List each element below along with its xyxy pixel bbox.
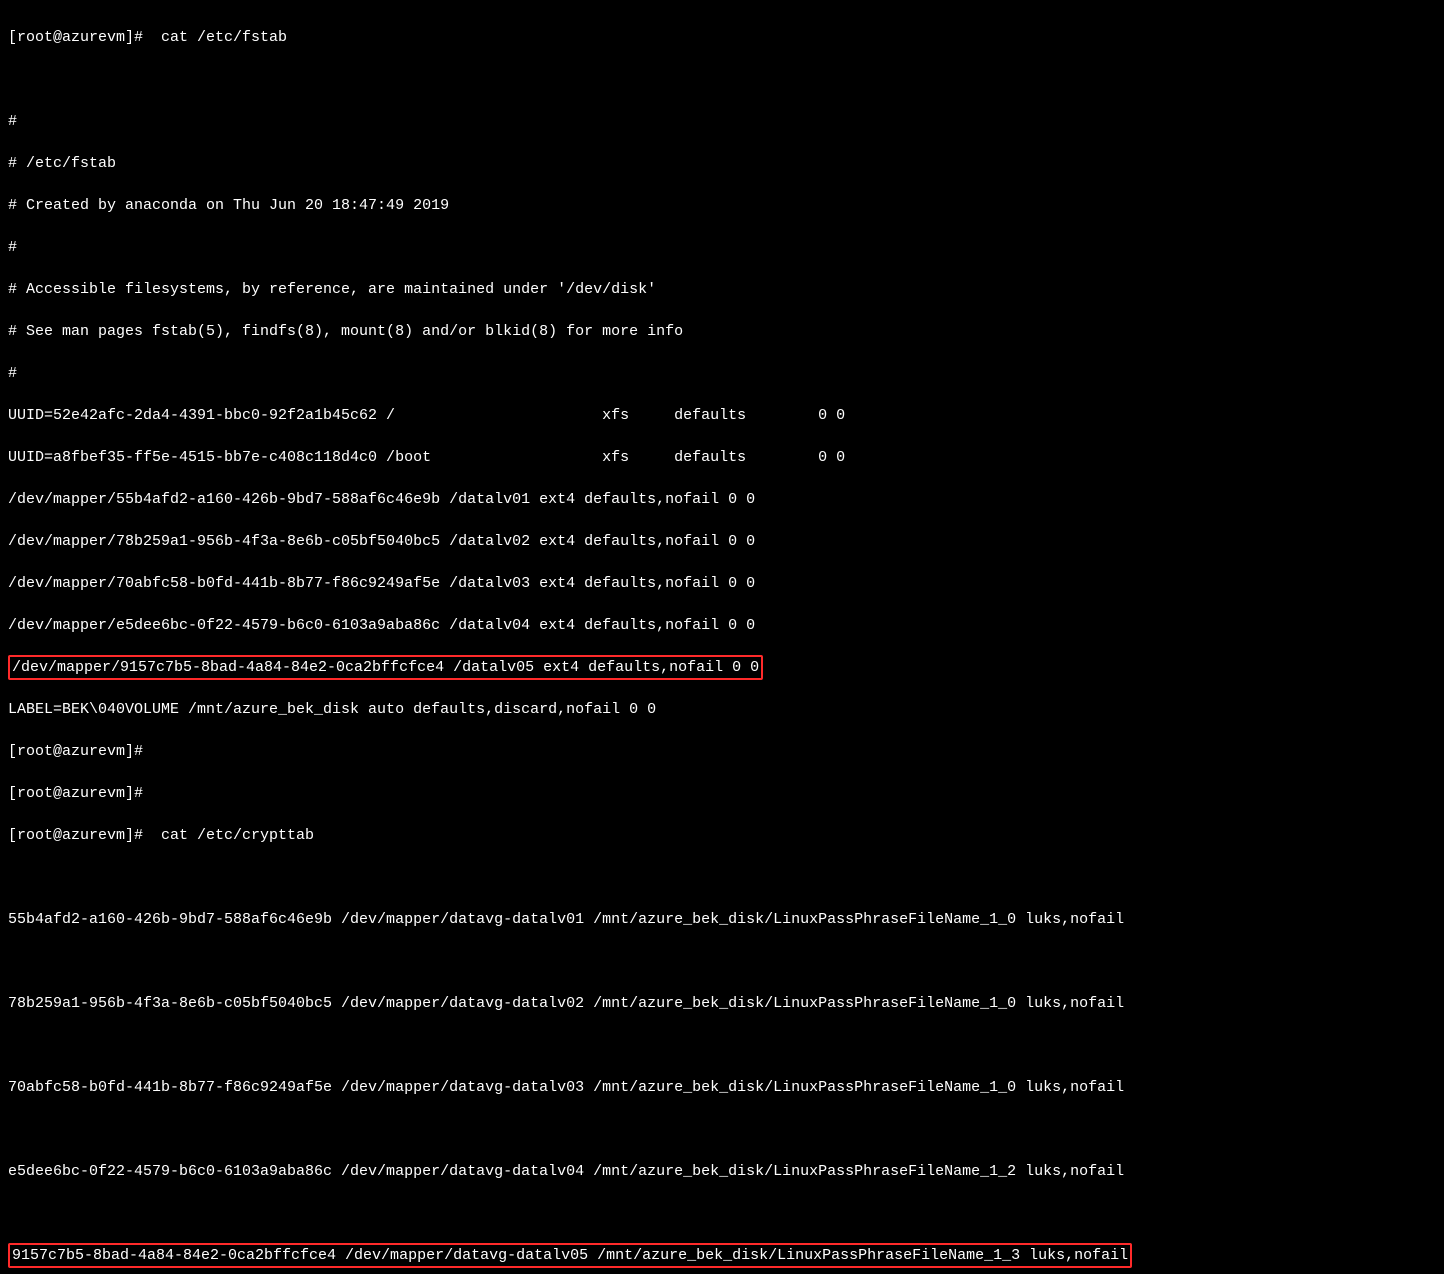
fstab-entry: UUID=52e42afc-2da4-4391-bbc0-92f2a1b45c6… bbox=[8, 405, 1436, 426]
crypttab-entry: 78b259a1-956b-4f3a-8e6b-c05bf5040bc5 /de… bbox=[8, 993, 1436, 1014]
highlight-box: 9157c7b5-8bad-4a84-84e2-0ca2bffcfce4 /de… bbox=[8, 1243, 1132, 1268]
shell-prompt: [root@azurevm]# bbox=[8, 29, 143, 46]
fstab-comment: # Accessible filesystems, by reference, … bbox=[8, 279, 1436, 300]
fstab-entry: /dev/mapper/78b259a1-956b-4f3a-8e6b-c05b… bbox=[8, 531, 1436, 552]
crypttab-entry: 70abfc58-b0fd-441b-8b77-f86c9249af5e /de… bbox=[8, 1077, 1436, 1098]
blank-line bbox=[8, 867, 1436, 888]
blank-line bbox=[8, 1203, 1436, 1224]
prompt-line: [root@azurevm]# bbox=[8, 741, 1436, 762]
fstab-comment: # See man pages fstab(5), findfs(8), mou… bbox=[8, 321, 1436, 342]
shell-prompt: [root@azurevm]# bbox=[8, 827, 143, 844]
prompt-line: [root@azurevm]# cat /etc/crypttab bbox=[8, 825, 1436, 846]
fstab-comment: # /etc/fstab bbox=[8, 153, 1436, 174]
blank-line bbox=[8, 951, 1436, 972]
prompt-line: [root@azurevm]# cat /etc/fstab bbox=[8, 27, 1436, 48]
blank-line bbox=[8, 69, 1436, 90]
prompt-line: [root@azurevm]# bbox=[8, 783, 1436, 804]
shell-prompt: [root@azurevm]# bbox=[8, 785, 143, 802]
fstab-entry: /dev/mapper/70abfc58-b0fd-441b-8b77-f86c… bbox=[8, 573, 1436, 594]
fstab-highlighted-entry: /dev/mapper/9157c7b5-8bad-4a84-84e2-0ca2… bbox=[8, 657, 1436, 678]
fstab-entry: /dev/mapper/e5dee6bc-0f22-4579-b6c0-6103… bbox=[8, 615, 1436, 636]
highlight-box: /dev/mapper/9157c7b5-8bad-4a84-84e2-0ca2… bbox=[8, 655, 763, 680]
command-text: cat /etc/crypttab bbox=[143, 827, 314, 844]
fstab-comment: # bbox=[8, 363, 1436, 384]
fstab-comment: # bbox=[8, 111, 1436, 132]
terminal-output: [root@azurevm]# cat /etc/fstab # # /etc/… bbox=[0, 0, 1444, 1274]
shell-prompt: [root@azurevm]# bbox=[8, 743, 143, 760]
blank-line bbox=[8, 1035, 1436, 1056]
blank-line bbox=[8, 1119, 1436, 1140]
fstab-entry: /dev/mapper/55b4afd2-a160-426b-9bd7-588a… bbox=[8, 489, 1436, 510]
fstab-comment: # bbox=[8, 237, 1436, 258]
fstab-entry: LABEL=BEK\040VOLUME /mnt/azure_bek_disk … bbox=[8, 699, 1436, 720]
fstab-entry: UUID=a8fbef35-ff5e-4515-bb7e-c408c118d4c… bbox=[8, 447, 1436, 468]
crypttab-highlighted-entry: 9157c7b5-8bad-4a84-84e2-0ca2bffcfce4 /de… bbox=[8, 1245, 1436, 1266]
fstab-comment: # Created by anaconda on Thu Jun 20 18:4… bbox=[8, 195, 1436, 216]
crypttab-entry: 55b4afd2-a160-426b-9bd7-588af6c46e9b /de… bbox=[8, 909, 1436, 930]
command-text: cat /etc/fstab bbox=[143, 29, 287, 46]
crypttab-entry: e5dee6bc-0f22-4579-b6c0-6103a9aba86c /de… bbox=[8, 1161, 1436, 1182]
